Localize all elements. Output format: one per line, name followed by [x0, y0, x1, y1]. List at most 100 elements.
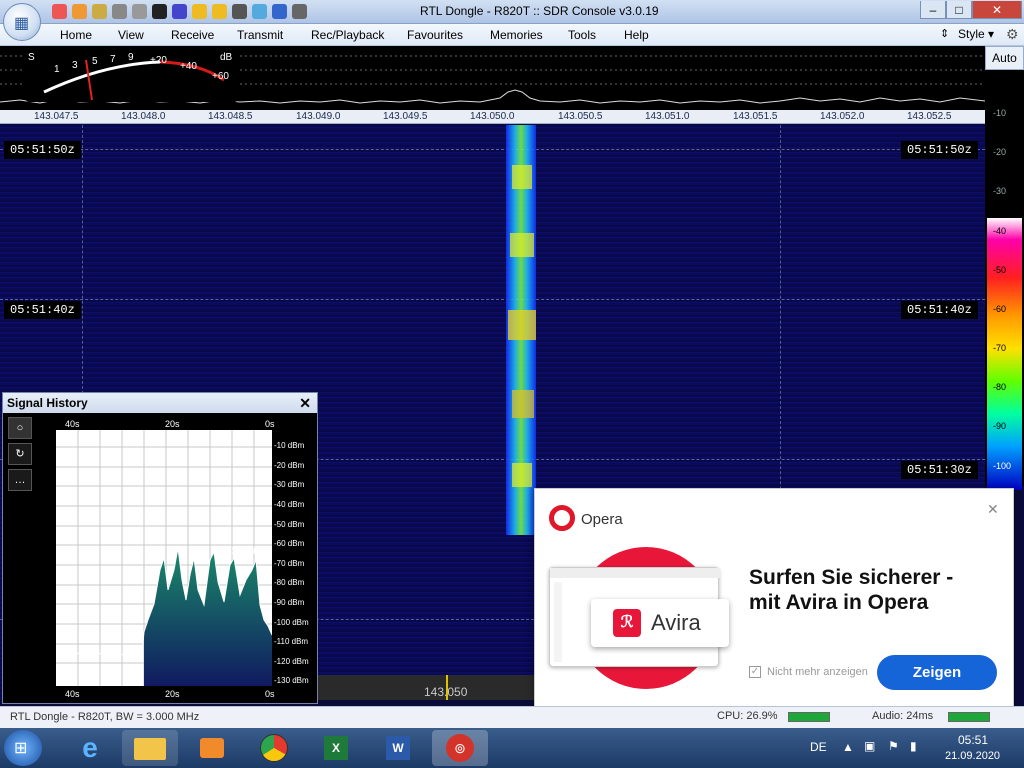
window-title: RTL Dongle - R820T :: SDR Console v3.0.1… [420, 4, 659, 18]
internet-explorer-icon[interactable]: e [62, 730, 118, 766]
freq-tick: 143.050.5 [558, 111, 603, 122]
db-label: -30 [993, 186, 1007, 196]
drop-icon[interactable] [252, 4, 267, 19]
refresh-icon[interactable] [52, 4, 67, 19]
auto-scale-button[interactable]: Auto [985, 46, 1024, 70]
record-icon[interactable] [112, 4, 127, 19]
dropdown-icon[interactable] [292, 4, 307, 19]
meter-tick: 7 [110, 54, 116, 65]
freq-tick: 143.049.0 [296, 111, 341, 122]
tray-device-icon[interactable]: ▣ [864, 739, 875, 753]
dbm-label: -40 dBm [274, 500, 305, 509]
menu-transmit[interactable]: Transmit [237, 28, 283, 42]
excel-icon[interactable]: X [308, 730, 364, 766]
close-button[interactable]: ✕ [972, 1, 1022, 19]
undo-icon[interactable] [272, 4, 287, 19]
mockup-sidebar [554, 582, 562, 662]
menu-memories[interactable]: Memories [490, 28, 543, 42]
time-tick-top: 0s [265, 419, 275, 429]
signal-history-graph [56, 430, 272, 686]
close-icon[interactable]: ✕ [299, 395, 311, 412]
clock-date[interactable]: 21.09.2020 [945, 750, 1000, 762]
db-label: -40 [993, 226, 1007, 236]
camera-icon[interactable] [232, 4, 247, 19]
timestamp-left: 05:51:40z [4, 301, 81, 319]
close-icon[interactable]: ✕ [987, 501, 999, 518]
tray-flag-icon[interactable]: ⚑ [888, 739, 899, 753]
dbm-label: -30 dBm [274, 480, 305, 489]
chrome-icon[interactable] [246, 730, 302, 766]
frequency-axis[interactable]: 143.047.5 143.048.0 143.048.5 143.049.0 … [0, 110, 985, 124]
db-label: -100 [993, 461, 1012, 471]
clock-time[interactable]: 05:51 [958, 733, 988, 747]
gear-icon[interactable]: ⚙ [1006, 26, 1019, 43]
media-player-icon[interactable] [184, 730, 240, 766]
zeigen-button[interactable]: Zeigen [877, 655, 997, 690]
dbm-label: -90 dBm [274, 598, 305, 607]
meter-tick: 5 [92, 56, 98, 67]
menu-rec-playback[interactable]: Rec/Playback [311, 28, 384, 42]
dont-show-checkbox[interactable]: ✓ [749, 666, 761, 678]
maximize-button[interactable]: □ [946, 1, 972, 19]
dbm-label: -20 dBm [274, 461, 305, 470]
db-scale: Auto -10 -20 -30 -40 -50 -60 -70 -80 -90… [985, 46, 1024, 490]
reset-tool-button[interactable]: ○ [8, 417, 32, 439]
file-explorer-icon[interactable] [122, 730, 178, 766]
updown-icon[interactable]: ⇕ [940, 27, 949, 40]
sdr-console-taskbar-icon[interactable]: ⊚ [432, 730, 488, 766]
settings-icon[interactable] [72, 4, 87, 19]
freq-tick: 143.052.5 [907, 111, 952, 122]
meter-tick: +20 [150, 55, 167, 66]
language-indicator[interactable]: DE [810, 740, 827, 754]
freq-tick: 143.050.0 [470, 111, 515, 122]
windows-taskbar: ⊞ e X W ⊚ DE ▲ ▣ ⚑ ▮ 05:51 21.09.2020 [0, 728, 1024, 768]
headline-line-2: mit Avira in Opera [749, 591, 929, 614]
audio-meter [948, 712, 990, 722]
meter-s-label: S [28, 52, 35, 63]
star-icon[interactable] [192, 4, 207, 19]
meter-tick: 3 [72, 60, 78, 71]
more-tool-button[interactable]: … [8, 469, 32, 491]
menu-home[interactable]: Home [60, 28, 92, 42]
stop-icon[interactable] [152, 4, 167, 19]
freq-tick: 143.052.0 [820, 111, 865, 122]
db-label: -50 [993, 265, 1007, 275]
dbm-label: -50 dBm [274, 520, 305, 529]
info-icon[interactable] [172, 4, 187, 19]
opera-logo [549, 505, 575, 531]
meter-tick: 1 [54, 64, 60, 75]
menu-favourites[interactable]: Favourites [407, 28, 463, 42]
tray-expand-icon[interactable]: ▲ [842, 740, 854, 754]
folder-icon[interactable] [92, 4, 107, 19]
signal-history-title: Signal History [7, 396, 88, 410]
db-label: -10 [993, 108, 1007, 118]
signal-history-header: Signal History ✕ [3, 393, 317, 413]
dbm-label: -70 dBm [274, 559, 305, 568]
minimize-button[interactable]: – [920, 1, 946, 19]
avira-logo: ℛ [613, 609, 641, 637]
dbm-label: -80 dBm [274, 578, 305, 587]
headline-line-1: Surfen Sie sicherer - [749, 566, 954, 589]
menu-tools[interactable]: Tools [568, 28, 596, 42]
time-tick-bottom: 40s [65, 689, 80, 699]
cpu-status: CPU: 26.9% [717, 710, 778, 722]
menu-view[interactable]: View [118, 28, 144, 42]
color-palette-bar[interactable] [987, 218, 1022, 490]
lock-icon[interactable] [212, 4, 227, 19]
app-menu-icon: ▦ [14, 15, 30, 32]
play-icon[interactable] [132, 4, 147, 19]
tray-network-icon[interactable]: ▮ [910, 739, 917, 753]
bottom-frequency-label: 143.050 [424, 685, 468, 699]
freq-tick: 143.051.0 [645, 111, 690, 122]
menu-help[interactable]: Help [624, 28, 649, 42]
mockup-tabbar [550, 568, 720, 578]
word-icon[interactable]: W [370, 730, 426, 766]
refresh-tool-button[interactable]: ↻ [8, 443, 32, 465]
time-tick-bottom: 20s [165, 689, 180, 699]
dbm-label: -100 dBm [274, 618, 309, 627]
start-button[interactable]: ⊞ [4, 730, 42, 766]
s-meter: S 1 3 5 7 9 +20 +40 +60 dB [24, 46, 240, 102]
menu-receive[interactable]: Receive [171, 28, 214, 42]
style-menu[interactable]: Style ▾ [958, 27, 994, 41]
app-orb-button[interactable]: ▦ [3, 3, 41, 41]
